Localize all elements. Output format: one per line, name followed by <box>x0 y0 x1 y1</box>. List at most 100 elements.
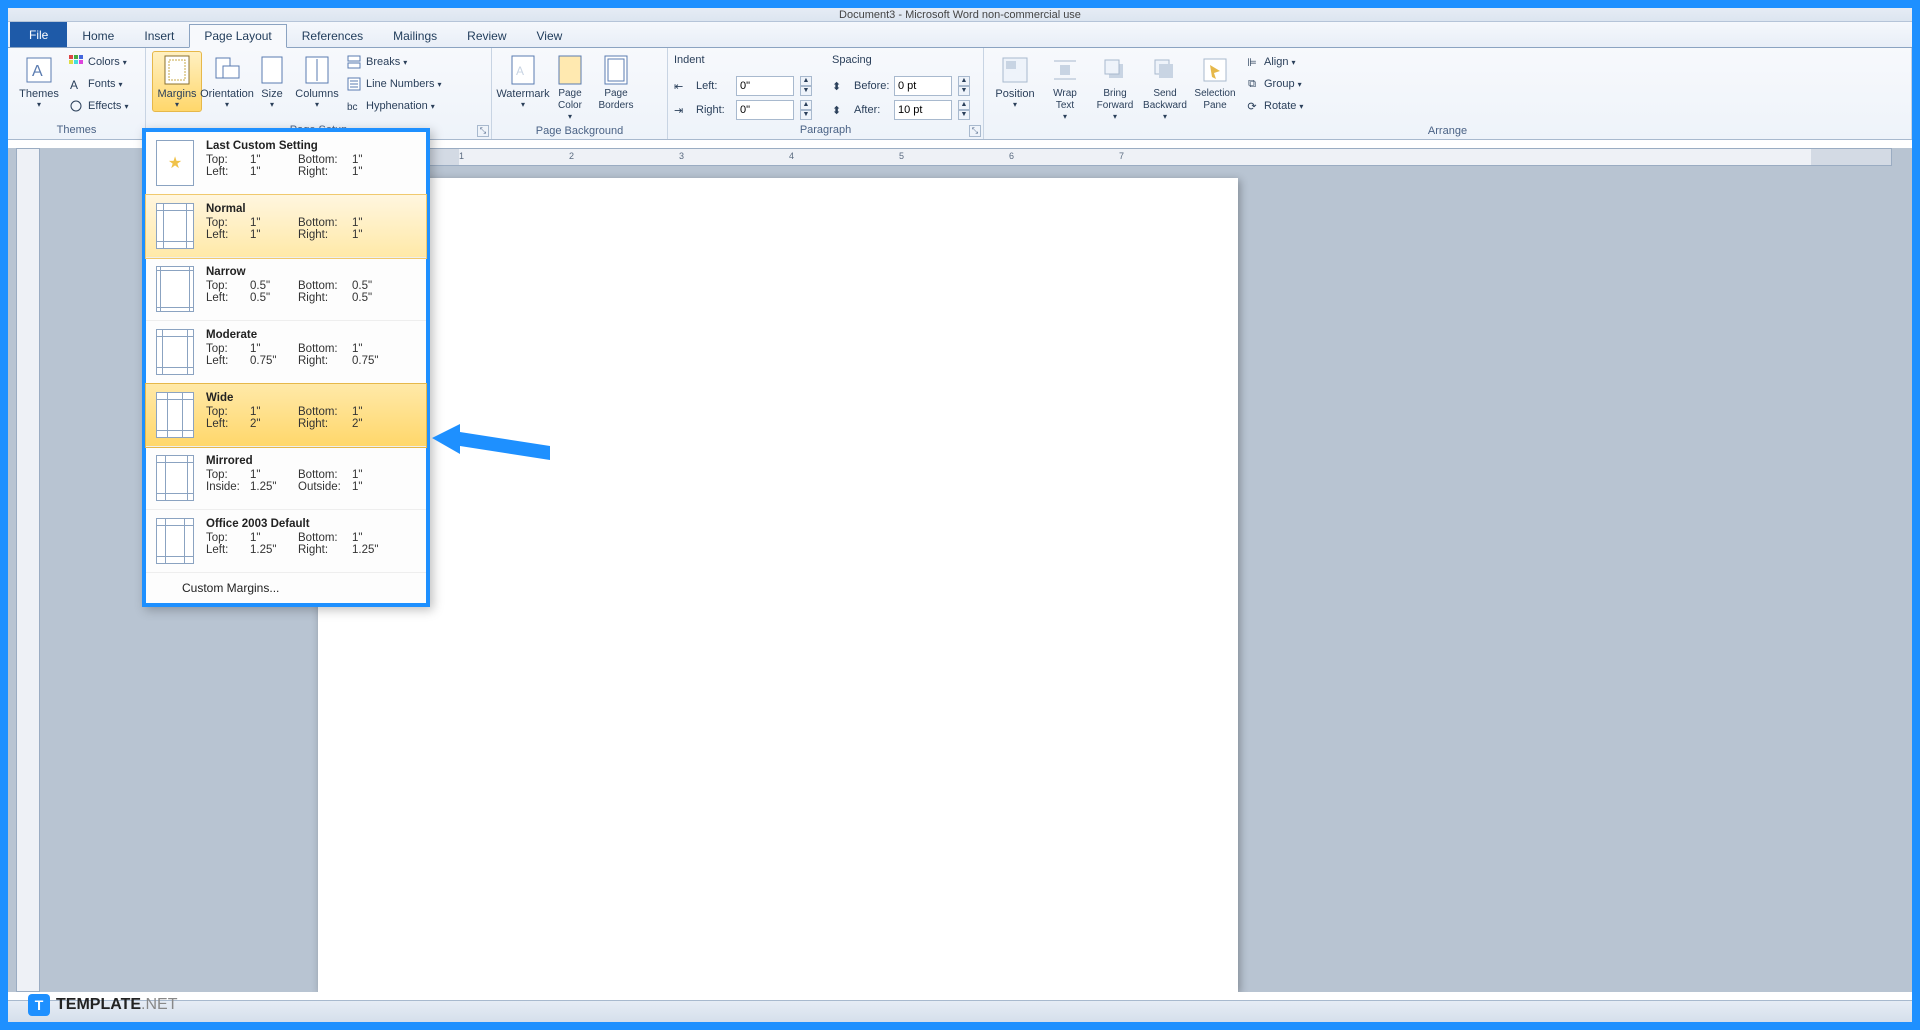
group-label-themes: Themes <box>14 123 139 138</box>
selection-pane-button[interactable]: Selection Pane <box>1190 51 1240 115</box>
margin-thumb-icon <box>156 455 194 501</box>
margins-option-narrow[interactable]: Narrow Top:0.5"Bottom:0.5" Left:0.5"Righ… <box>146 258 426 321</box>
page-borders-button[interactable]: Page Borders <box>592 51 640 115</box>
fonts-icon: A <box>68 76 84 92</box>
watermark-icon: A <box>507 54 539 86</box>
tab-page-layout[interactable]: Page Layout <box>189 24 286 48</box>
ribbon-tabs: File Home Insert Page Layout References … <box>8 22 1912 48</box>
margins-option-moderate[interactable]: Moderate Top:1"Bottom:1" Left:0.75"Right… <box>146 321 426 384</box>
group-icon: ⧉ <box>1244 76 1260 92</box>
indent-right-spinner[interactable]: ▲▼ <box>800 100 812 120</box>
spacing-label: Spacing <box>832 54 972 70</box>
title-bar: Document3 - Microsoft Word non-commercia… <box>8 8 1912 22</box>
document-page[interactable] <box>318 178 1238 992</box>
horizontal-ruler[interactable]: 1234567 <box>318 148 1892 166</box>
bring-forward-icon <box>1099 54 1131 86</box>
page-color-button[interactable]: Page Color▾ <box>548 51 592 124</box>
orientation-button[interactable]: Orientation▾ <box>202 51 252 112</box>
selection-pane-icon <box>1199 54 1231 86</box>
wrap-text-icon <box>1049 54 1081 86</box>
paragraph-launcher[interactable]: ⤡ <box>969 125 981 137</box>
svg-text:bc: bc <box>347 102 358 113</box>
watermark-button[interactable]: A Watermark▾ <box>498 51 548 112</box>
position-button[interactable]: Position▾ <box>990 51 1040 112</box>
spacing-after-input[interactable] <box>894 100 952 120</box>
margin-thumb-icon <box>156 329 194 375</box>
line-numbers-icon <box>346 76 362 92</box>
margin-thumb-icon <box>156 392 194 438</box>
orientation-icon <box>211 54 243 86</box>
page-borders-icon <box>600 54 632 86</box>
margins-option-office2003[interactable]: Office 2003 Default Top:1"Bottom:1" Left… <box>146 510 426 573</box>
send-backward-button[interactable]: Send Backward▾ <box>1140 51 1190 124</box>
spacing-after-label: After: <box>854 104 890 116</box>
page-setup-launcher[interactable]: ⤡ <box>477 125 489 137</box>
group-button[interactable]: ⧉Group▾ <box>1240 73 1307 95</box>
line-numbers-button[interactable]: Line Numbers▾ <box>342 73 446 95</box>
vertical-ruler <box>16 148 40 992</box>
margins-option-wide[interactable]: Wide Top:1"Bottom:1" Left:2"Right:2" <box>146 384 426 447</box>
svg-text:A: A <box>70 78 78 91</box>
tab-references[interactable]: References <box>287 24 378 47</box>
tab-home[interactable]: Home <box>67 24 129 47</box>
size-icon <box>256 54 288 86</box>
group-label-page-bg: Page Background <box>498 124 661 139</box>
spacing-before-spinner[interactable]: ▲▼ <box>958 76 970 96</box>
indent-right-input[interactable] <box>736 100 794 120</box>
template-logo-icon: T <box>28 994 50 1016</box>
svg-text:A: A <box>32 63 43 80</box>
align-button[interactable]: ⊫Align▾ <box>1240 51 1307 73</box>
template-net-watermark: T TEMPLATE.NET <box>28 994 177 1016</box>
group-label-paragraph: Paragraph <box>674 123 977 138</box>
size-button[interactable]: Size▾ <box>252 51 292 112</box>
annotation-arrow <box>432 420 552 470</box>
bring-forward-button[interactable]: Bring Forward▾ <box>1090 51 1140 124</box>
margin-thumb-icon <box>156 266 194 312</box>
tab-view[interactable]: View <box>522 24 578 47</box>
group-label-arrange: Arrange <box>990 124 1905 139</box>
indent-label: Indent <box>674 54 814 70</box>
breaks-button[interactable]: Breaks▾ <box>342 51 446 73</box>
spacing-after-icon: ⬍ <box>832 104 850 117</box>
columns-button[interactable]: Columns▾ <box>292 51 342 112</box>
colors-button[interactable]: Colors▾ <box>64 51 132 73</box>
columns-icon <box>301 54 333 86</box>
margins-option-last-custom[interactable]: Last Custom Setting Top:1"Bottom:1" Left… <box>146 132 426 195</box>
breaks-icon <box>346 54 362 70</box>
spacing-before-input[interactable] <box>894 76 952 96</box>
spacing-after-spinner[interactable]: ▲▼ <box>958 100 970 120</box>
fonts-button[interactable]: AFonts▾ <box>64 73 132 95</box>
indent-left-spinner[interactable]: ▲▼ <box>800 76 812 96</box>
spacing-before-icon: ⬍ <box>832 80 850 93</box>
margin-thumb-icon <box>156 203 194 249</box>
send-backward-icon <box>1149 54 1181 86</box>
rotate-button[interactable]: ⟳Rotate▾ <box>1240 95 1307 117</box>
align-icon: ⊫ <box>1244 54 1260 70</box>
wrap-text-button[interactable]: Wrap Text▾ <box>1040 51 1090 124</box>
ribbon: A Themes▾ Colors▾ AFonts▾ Effects▾ Theme… <box>8 48 1912 140</box>
margins-option-normal[interactable]: Normal Top:1"Bottom:1" Left:1"Right:1" <box>146 195 426 258</box>
indent-right-icon: ⇥ <box>674 104 692 117</box>
hyphenation-button[interactable]: bcHyphenation▾ <box>342 95 446 117</box>
tab-insert[interactable]: Insert <box>129 24 189 47</box>
effects-icon <box>68 98 84 114</box>
page-color-icon <box>554 54 586 86</box>
margin-thumb-icon <box>156 140 194 186</box>
tab-mailings[interactable]: Mailings <box>378 24 452 47</box>
themes-button[interactable]: A Themes▾ <box>14 51 64 112</box>
margins-icon <box>161 54 193 86</box>
tab-file[interactable]: File <box>10 22 67 47</box>
tab-review[interactable]: Review <box>452 24 521 47</box>
margins-option-mirrored[interactable]: Mirrored Top:1"Bottom:1" Inside:1.25"Out… <box>146 447 426 510</box>
margins-button[interactable]: Margins▾ <box>152 51 202 112</box>
margin-thumb-icon <box>156 518 194 564</box>
margins-dropdown: Last Custom Setting Top:1"Bottom:1" Left… <box>142 128 430 607</box>
indent-left-input[interactable] <box>736 76 794 96</box>
rotate-icon: ⟳ <box>1244 98 1260 114</box>
position-icon <box>999 54 1031 86</box>
effects-button[interactable]: Effects▾ <box>64 95 132 117</box>
colors-icon <box>68 54 84 70</box>
spacing-before-label: Before: <box>854 80 890 92</box>
margins-custom[interactable]: Custom Margins... <box>146 573 426 603</box>
indent-left-label: Left: <box>696 80 732 92</box>
